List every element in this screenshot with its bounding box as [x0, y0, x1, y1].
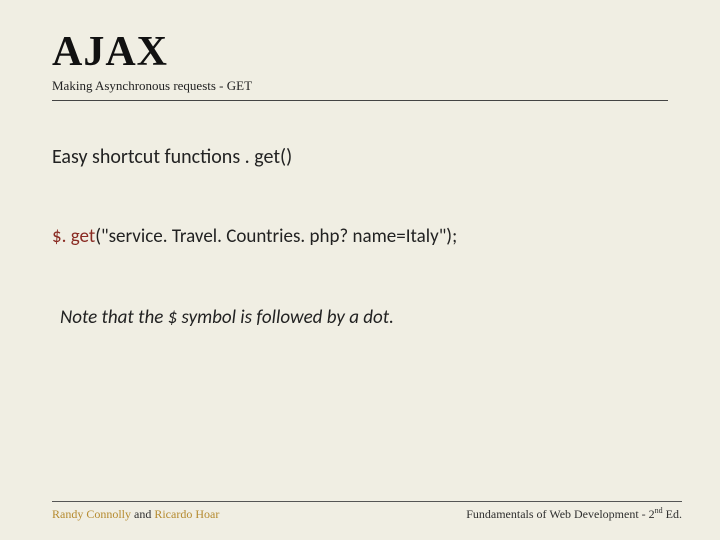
footer-book: Fundamentals of Web Development - 2nd Ed… [466, 506, 682, 522]
code-argument: ("service. Travel. Countries. php? name=… [95, 225, 457, 248]
code-function: $. get [52, 225, 95, 248]
footer-authors: Randy Connolly and Ricardo Hoar [52, 507, 219, 522]
note-text: Note that the $ symbol is followed by a … [60, 306, 668, 329]
author-separator: and [131, 507, 154, 521]
title-divider [52, 100, 668, 101]
slide: AJAX Making Asynchronous requests - GET … [0, 0, 720, 540]
book-title-suffix: Ed. [663, 507, 682, 521]
slide-title: AJAX [52, 28, 668, 76]
author-2: Ricardo Hoar [154, 507, 219, 521]
footer-divider [52, 501, 682, 502]
body-heading: Easy shortcut functions . get() [52, 145, 668, 169]
author-1: Randy Connolly [52, 507, 131, 521]
footer-row: Randy Connolly and Ricardo Hoar Fundamen… [52, 506, 682, 522]
slide-subtitle: Making Asynchronous requests - GET [52, 78, 668, 94]
book-title-prefix: Fundamentals of Web Development - 2 [466, 507, 654, 521]
ordinal-suffix: nd [655, 506, 663, 515]
footer: Randy Connolly and Ricardo Hoar Fundamen… [52, 501, 682, 522]
code-line: $. get("service. Travel. Countries. php?… [52, 225, 668, 248]
